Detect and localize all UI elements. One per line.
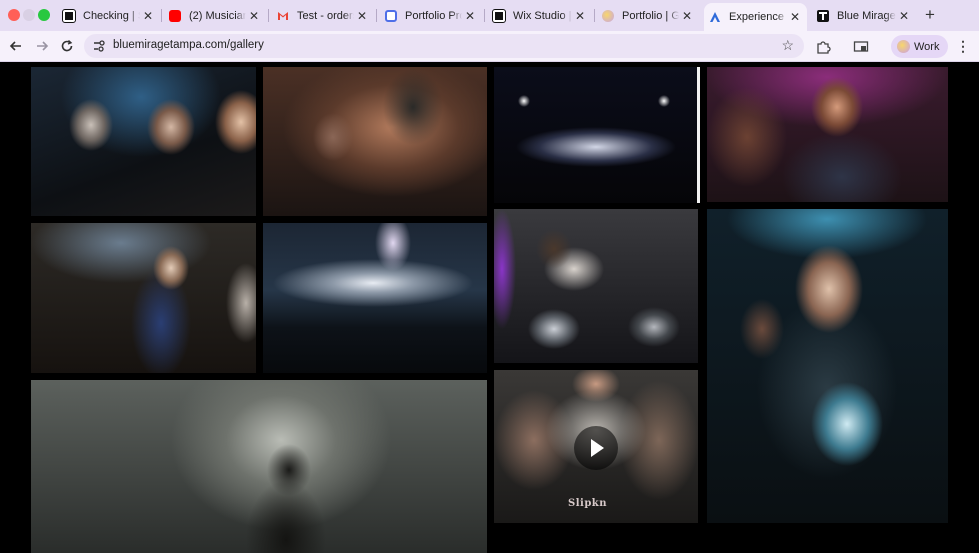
- close-tab-icon[interactable]: ✕: [787, 10, 803, 24]
- tab-title: Portfolio Proje: [405, 9, 462, 22]
- tab-strip: Checking | Sq ✕ (2) Musicians ✕ Test - o…: [0, 0, 979, 31]
- close-window-button[interactable]: [8, 9, 20, 21]
- minimize-window-button[interactable]: [23, 9, 35, 21]
- blue-mirage-icon: [817, 9, 829, 22]
- tab-title: Wix Studio | C: [513, 9, 572, 22]
- arrow-right-icon: [37, 41, 49, 51]
- tab-portfolio-project[interactable]: Portfolio Proje ✕: [380, 4, 482, 27]
- tab-portfolio-gru[interactable]: Portfolio | Gru ✕: [597, 4, 699, 27]
- tab-title: Portfolio | Gru: [622, 9, 679, 22]
- tab-test-orders[interactable]: Test - orders ✕: [272, 4, 374, 27]
- tab-title: Blue Mirage: [837, 9, 896, 22]
- youtube-icon: [169, 9, 181, 22]
- close-tab-icon[interactable]: ✕: [462, 9, 478, 23]
- woman-raised-arm-silhouette-photo[interactable]: [31, 380, 487, 553]
- tab-blue-mirage[interactable]: Blue Mirage ✕: [812, 4, 916, 27]
- crowd-video-thumbnail[interactable]: Slipkn: [494, 370, 698, 523]
- man-sunglasses-laughing-photo[interactable]: [707, 67, 948, 202]
- tab-title: Test - orders: [297, 9, 354, 22]
- tab-musicians[interactable]: (2) Musicians ✕: [164, 4, 266, 27]
- profile-button[interactable]: Work: [891, 35, 948, 58]
- tab-checking[interactable]: Checking | Sq ✕: [58, 4, 160, 27]
- tab-title: Experience Vi: [729, 11, 787, 23]
- gru-icon: [602, 9, 614, 22]
- address-bar[interactable]: bluemiragetampa.com/gallery ☆: [84, 34, 804, 58]
- shirt-print-text: Slipkn: [568, 498, 608, 509]
- gmail-icon: [277, 10, 289, 22]
- wix-icon: [492, 8, 506, 23]
- dj-silhouette-photo[interactable]: [263, 67, 487, 216]
- back-button[interactable]: [6, 36, 26, 56]
- dj-mixing-overhead-photo[interactable]: [494, 209, 698, 363]
- close-tab-icon[interactable]: ✕: [572, 9, 588, 23]
- woman-holding-glass-photo[interactable]: [707, 209, 948, 523]
- browser-toolbar: bluemiragetampa.com/gallery ☆ Work ⋮: [0, 31, 979, 62]
- tab-title: (2) Musicians: [189, 9, 246, 22]
- portfolio-icon: [385, 9, 397, 22]
- arrow-left-icon: [9, 41, 21, 51]
- cast-icon[interactable]: [853, 39, 869, 55]
- dj-controller-photo[interactable]: [494, 67, 698, 203]
- url-text: bluemiragetampa.com/gallery: [113, 39, 264, 51]
- concert-crowd-lights-photo[interactable]: [263, 223, 487, 373]
- tab-title: Checking | Sq: [83, 9, 140, 22]
- reload-icon: [61, 39, 73, 52]
- maximize-window-button[interactable]: [38, 9, 50, 21]
- site-settings-icon[interactable]: [92, 39, 106, 53]
- forward-button[interactable]: [32, 36, 52, 56]
- play-icon[interactable]: [574, 426, 618, 470]
- gallery-grid: Slipkn: [0, 63, 979, 553]
- tab-experience-active[interactable]: Experience Vi ✕: [704, 3, 807, 31]
- close-tab-icon[interactable]: ✕: [896, 9, 912, 23]
- close-tab-icon[interactable]: ✕: [679, 9, 695, 23]
- more-menu-icon[interactable]: ⋮: [955, 38, 971, 54]
- wix-experience-icon: [709, 11, 721, 23]
- women-laughing-club-photo[interactable]: [31, 67, 256, 216]
- close-tab-icon[interactable]: ✕: [246, 9, 262, 23]
- square-logo-icon: [62, 8, 76, 23]
- avatar: [897, 40, 910, 53]
- tab-wix-studio[interactable]: Wix Studio | C ✕: [488, 4, 592, 27]
- photo-divider: [697, 67, 700, 203]
- bookmark-star-icon[interactable]: ☆: [781, 37, 794, 54]
- profile-label: Work: [914, 40, 940, 53]
- extensions-icon[interactable]: [815, 39, 831, 55]
- close-tab-icon[interactable]: ✕: [140, 9, 156, 23]
- reload-button[interactable]: [57, 36, 77, 56]
- new-tab-button[interactable]: +: [920, 5, 940, 25]
- woman-dancing-blur-photo[interactable]: [31, 223, 256, 373]
- close-tab-icon[interactable]: ✕: [354, 9, 370, 23]
